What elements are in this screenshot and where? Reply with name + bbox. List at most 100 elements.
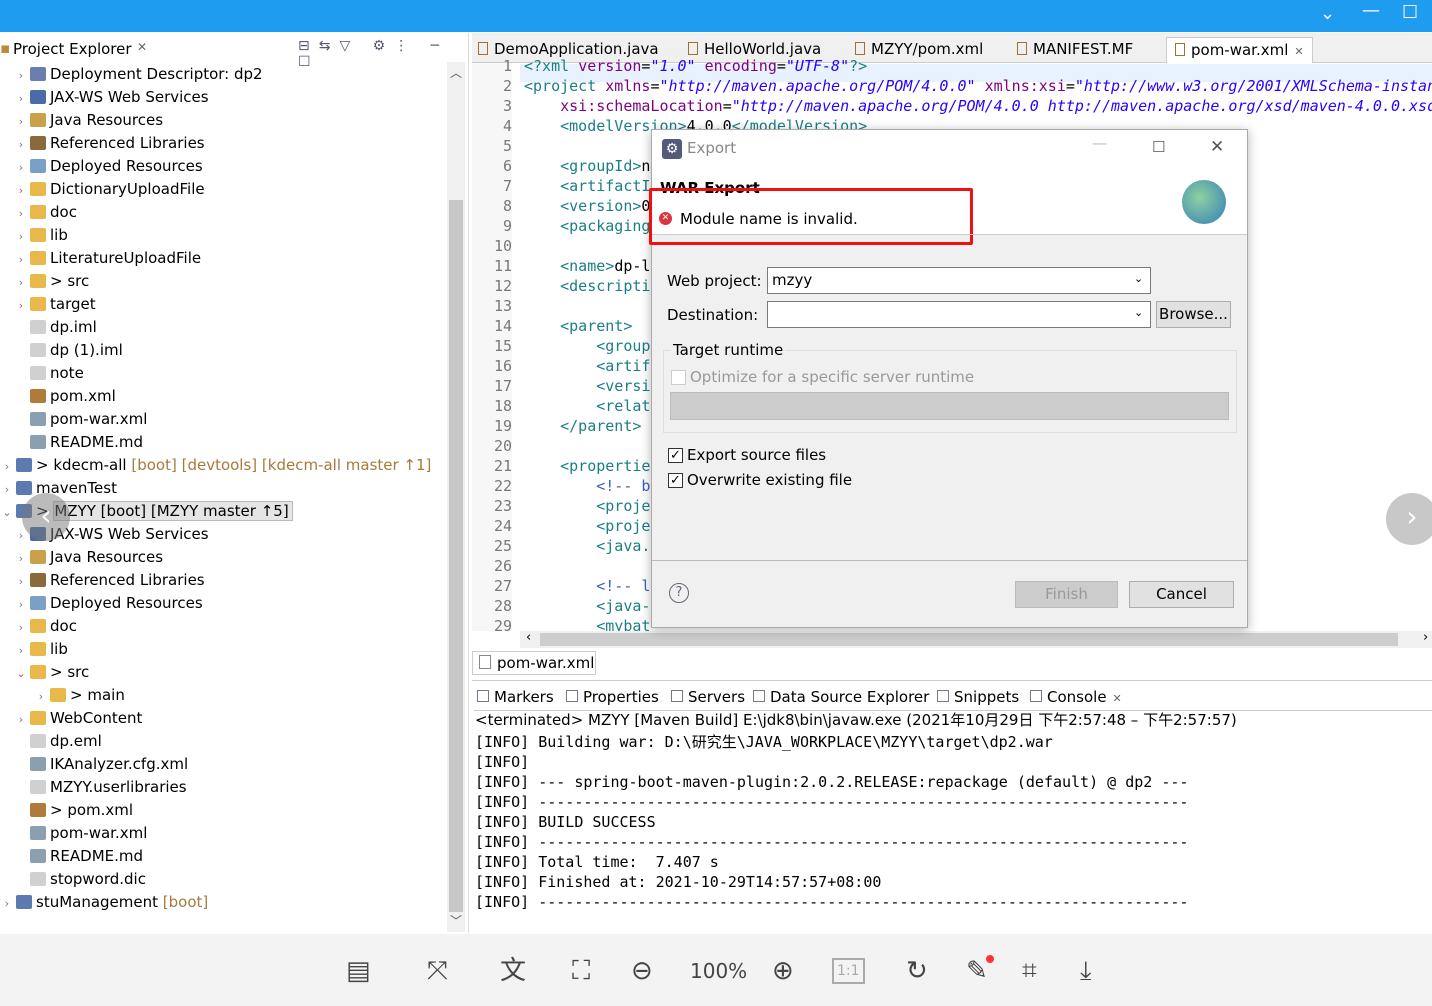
tree-item[interactable]: › DictionaryUploadFile bbox=[14, 178, 205, 201]
chevron-right-icon[interactable]: › bbox=[14, 248, 28, 271]
panel-tab-console[interactable]: Console ✕ bbox=[1030, 686, 1122, 708]
tree-item[interactable]: › Java Resources bbox=[14, 546, 163, 569]
view-toolbar-icons[interactable]: ⊟⇆▽ ⚙⋮ ─ ☐ bbox=[298, 38, 469, 70]
tree-item[interactable]: › > main bbox=[34, 684, 125, 707]
panel-tab-data-source-explorer[interactable]: Data Source Explorer bbox=[753, 686, 929, 708]
translate-icon[interactable]: 文 bbox=[500, 955, 526, 987]
chevron-right-icon[interactable]: › bbox=[14, 110, 28, 133]
overwrite-checkbox[interactable]: ✓ bbox=[668, 473, 683, 488]
tree-item[interactable]: › Java Resources bbox=[14, 109, 163, 132]
crop-icon[interactable]: ⌗ bbox=[1022, 955, 1037, 987]
fullscreen-icon[interactable]: ⛶ bbox=[572, 955, 590, 987]
zoom-out-icon[interactable]: ⊖ bbox=[631, 955, 653, 987]
tree-item[interactable]: dp.iml bbox=[14, 316, 97, 339]
panel-tab-properties[interactable]: Properties bbox=[566, 686, 659, 708]
chevron-right-icon[interactable]: › bbox=[14, 708, 28, 731]
maximize-icon[interactable]: ☐ bbox=[1402, 2, 1418, 23]
tree-item[interactable]: pom-war.xml bbox=[14, 822, 147, 845]
chevron-right-icon[interactable]: › bbox=[14, 593, 28, 616]
tree-item[interactable]: dp (1).iml bbox=[14, 339, 123, 362]
help-icon[interactable]: ? bbox=[669, 583, 689, 603]
panel-tab-markers[interactable]: Markers bbox=[477, 686, 554, 708]
chevron-right-icon[interactable]: › bbox=[14, 179, 28, 202]
tree-item[interactable]: › > kdecm-all [boot] [devtools] [kdecm-al… bbox=[0, 454, 432, 478]
tree-item[interactable]: › LiteratureUploadFile bbox=[14, 247, 201, 270]
optimize-checkbox[interactable] bbox=[671, 370, 686, 385]
close-icon[interactable]: ✕ bbox=[1113, 692, 1122, 705]
layout-icon[interactable]: ▤ bbox=[346, 955, 371, 987]
chevron-right-icon[interactable]: › bbox=[14, 87, 28, 110]
tree-item[interactable]: › Deployed Resources bbox=[14, 155, 203, 178]
tree-item[interactable]: › Referenced Libraries bbox=[14, 569, 205, 592]
chevron-down-icon[interactable]: ⌄ bbox=[0, 501, 14, 524]
code-line[interactable]: 2 <project xmlns = "http://maven.apache.org… bbox=[472, 76, 1432, 96]
close-icon[interactable]: ✕ bbox=[137, 40, 147, 54]
chevron-right-icon[interactable]: › bbox=[14, 616, 28, 639]
tree-item[interactable]: IKAnalyzer.cfg.xml bbox=[14, 753, 188, 776]
chevron-down-icon[interactable]: ⌄ bbox=[1320, 3, 1335, 24]
tree-item[interactable]: › lib bbox=[14, 224, 68, 247]
next-image-button[interactable]: › bbox=[1386, 493, 1432, 545]
tree-item[interactable]: dp.eml bbox=[14, 730, 102, 753]
tree-item[interactable]: › > src bbox=[14, 270, 89, 293]
scroll-right-icon[interactable]: › bbox=[1423, 630, 1428, 645]
tree-item[interactable]: > pom.xml bbox=[14, 799, 133, 822]
chevron-right-icon[interactable]: › bbox=[14, 64, 28, 87]
chevron-right-icon[interactable]: › bbox=[14, 133, 28, 156]
tree-item[interactable]: › JAX-WS Web Services bbox=[14, 86, 209, 109]
tree-item[interactable]: › stuManagement [boot] bbox=[0, 891, 208, 914]
chevron-right-icon[interactable]: › bbox=[0, 892, 14, 915]
edit-icon[interactable]: ✎ bbox=[966, 955, 988, 987]
zoom-in-icon[interactable]: ⊕ bbox=[772, 955, 794, 987]
code-line[interactable]: 3 xsi:schemaLocation="http://maven.apach… bbox=[472, 96, 1432, 116]
chevron-right-icon[interactable]: › bbox=[14, 639, 28, 662]
panel-tab-servers[interactable]: Servers bbox=[671, 686, 745, 708]
maximize-button[interactable]: ☐ bbox=[1152, 138, 1165, 156]
chevron-right-icon[interactable]: › bbox=[14, 202, 28, 225]
export-source-checkbox[interactable]: ✓ bbox=[668, 448, 683, 463]
tree-item[interactable]: ⌄ > src bbox=[14, 661, 89, 684]
download-icon[interactable]: ⤓ bbox=[1080, 955, 1092, 987]
tree-item[interactable]: pom.xml bbox=[14, 385, 116, 408]
finish-button[interactable]: Finish bbox=[1015, 581, 1118, 608]
code-line[interactable]: 1 <?xml version="1.0" encoding="UTF-8"?> bbox=[472, 56, 1432, 76]
chevron-down-icon[interactable]: ⌄ bbox=[14, 662, 28, 685]
tree-item[interactable]: MZYY.userlibraries bbox=[14, 776, 187, 799]
tree-item[interactable]: stopword.dic bbox=[14, 868, 146, 891]
chevron-right-icon[interactable]: › bbox=[14, 225, 28, 248]
chevron-right-icon[interactable]: › bbox=[0, 455, 14, 478]
tree-item[interactable]: pom-war.xml bbox=[14, 408, 147, 431]
tree-item[interactable]: › doc bbox=[14, 615, 77, 638]
scrollbar-thumb[interactable] bbox=[540, 633, 1398, 646]
previous-image-button[interactable]: ‹ bbox=[22, 493, 70, 541]
minimize-icon[interactable]: — bbox=[1362, 0, 1380, 21]
tree-item[interactable]: README.md bbox=[14, 431, 143, 454]
tree-item[interactable]: › Deployment Descriptor: dp2 bbox=[14, 63, 263, 86]
chevron-right-icon[interactable]: › bbox=[14, 570, 28, 593]
tree-item[interactable]: › doc bbox=[14, 201, 77, 224]
chevron-right-icon[interactable]: › bbox=[34, 685, 48, 708]
scroll-up-icon[interactable]: ︿ bbox=[450, 64, 462, 81]
actual-size-icon[interactable]: 1:1 bbox=[832, 958, 865, 984]
tree-item[interactable]: README.md bbox=[14, 845, 143, 868]
cancel-button[interactable]: Cancel bbox=[1129, 581, 1234, 608]
explorer-scrollbar-thumb[interactable] bbox=[449, 200, 463, 912]
minimize-button[interactable]: — bbox=[1092, 134, 1107, 152]
chevron-right-icon[interactable]: › bbox=[14, 156, 28, 179]
fit-screen-icon[interactable]: ⤧ bbox=[427, 955, 448, 987]
chevron-down-icon[interactable]: ⌄ bbox=[1134, 272, 1143, 285]
web-project-combo[interactable]: mzyy bbox=[767, 267, 1151, 294]
tree-item[interactable]: › Referenced Libraries bbox=[14, 132, 205, 155]
project-explorer-title[interactable]: Project Explorer bbox=[13, 40, 132, 58]
tree-item[interactable]: note bbox=[14, 362, 84, 385]
rotate-icon[interactable]: ↻ bbox=[906, 955, 928, 987]
chevron-right-icon[interactable]: › bbox=[14, 271, 28, 294]
tree-item[interactable]: › Deployed Resources bbox=[14, 592, 203, 615]
scroll-down-icon[interactable]: ﹀ bbox=[450, 912, 462, 929]
tree-item[interactable]: › lib bbox=[14, 638, 68, 661]
destination-combo[interactable] bbox=[767, 301, 1151, 328]
tree-item[interactable]: › target bbox=[14, 293, 96, 316]
scroll-left-icon[interactable]: ‹ bbox=[526, 630, 531, 645]
chevron-right-icon[interactable]: › bbox=[0, 478, 14, 501]
browse-button[interactable]: Browse... bbox=[1156, 301, 1231, 328]
